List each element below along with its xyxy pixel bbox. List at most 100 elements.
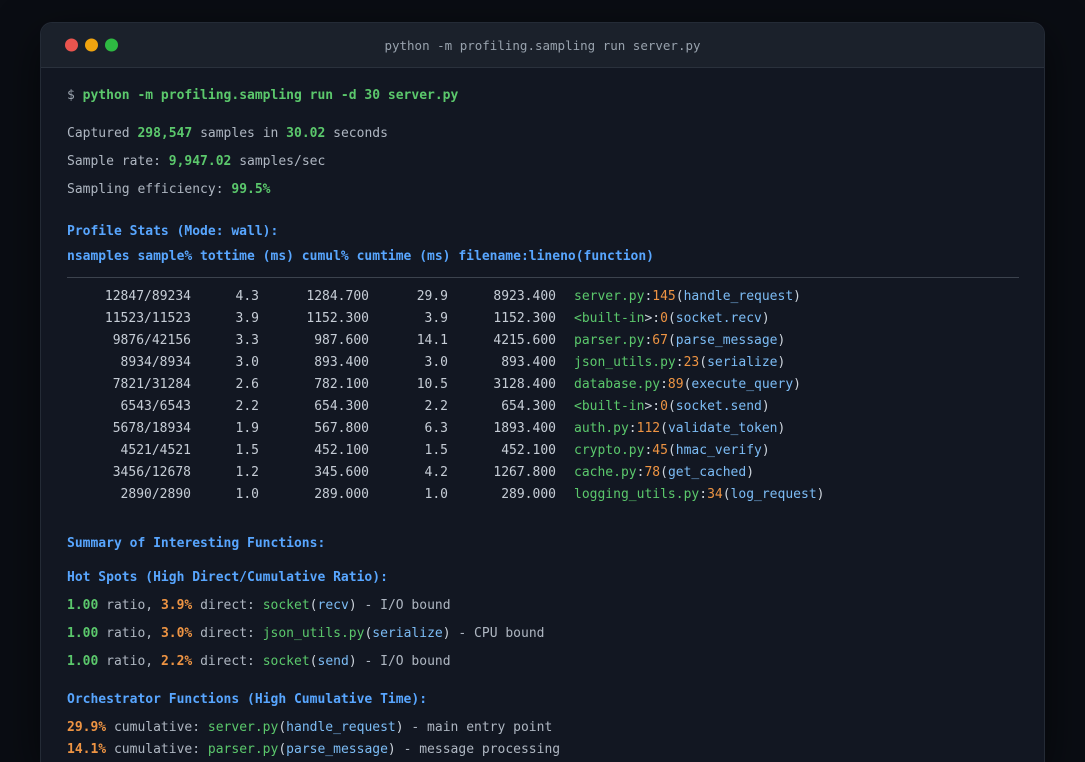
function-cell: parser.py:67(parse_message) bbox=[574, 330, 785, 352]
file-name: cache.py bbox=[574, 465, 637, 480]
file-name: logging_utils.py bbox=[574, 487, 700, 502]
maximize-button[interactable] bbox=[105, 38, 118, 52]
nsamples-cell: 7821/31284 bbox=[112, 377, 191, 392]
cumulative-pct-value: 29.9% bbox=[67, 720, 107, 735]
line-number: 89 bbox=[667, 377, 684, 392]
table-row: 11523/11523 3.9 1152.300 3.9 1152.300 <built-… bbox=[67, 308, 1044, 330]
nsamples-cell: 8934/8934 bbox=[120, 355, 191, 370]
function-cell: crypto.py:45(hmac_verify) bbox=[574, 440, 770, 462]
bound-annotation: - I/O bound bbox=[356, 598, 451, 613]
cumul-pct-cell: 3.9 bbox=[424, 311, 448, 326]
bound-annotation: - CPU bound bbox=[450, 626, 545, 641]
cumtime-cell: 452.100 bbox=[501, 443, 556, 458]
cumul-pct-cell: 10.5 bbox=[416, 377, 448, 392]
cumtime-cell: 289.000 bbox=[501, 487, 556, 502]
table-divider bbox=[67, 277, 1019, 278]
function-name: socket.send bbox=[675, 399, 762, 414]
table-row: 4521/4521 1.5 452.100 1.5 452.100 crypto.py:4… bbox=[67, 440, 1044, 462]
paren: ) bbox=[442, 626, 451, 641]
function-cell: auth.py:112(validate_token) bbox=[574, 418, 785, 440]
paren: ( bbox=[278, 720, 287, 735]
function-name: serialize bbox=[707, 355, 778, 370]
function-cell: <built-in>:0(socket.send) bbox=[574, 396, 770, 418]
nsamples-cell: 12847/89234 bbox=[104, 289, 191, 304]
paren: ( bbox=[699, 355, 708, 370]
function-name: handle_request bbox=[683, 289, 794, 304]
file-name: json_utils.py bbox=[574, 355, 676, 370]
minimize-button[interactable] bbox=[85, 38, 98, 52]
command-line: $ python -m profiling.sampling run -d 30… bbox=[67, 82, 1044, 110]
efficiency-prefix: Sampling efficiency: bbox=[67, 182, 232, 197]
cumulative-label: cumulative: bbox=[106, 720, 208, 735]
function-name: execute_query bbox=[691, 377, 794, 392]
cumul-pct-cell: 1.0 bbox=[424, 487, 448, 502]
table-row: 6543/6543 2.2 654.300 2.2 654.300 <built-in>:… bbox=[67, 396, 1044, 418]
cumtime-cell: 3128.400 bbox=[493, 377, 556, 392]
sample-pct-cell: 1.2 bbox=[235, 465, 259, 480]
paren: ) bbox=[816, 487, 825, 502]
module-name: json_utils.py bbox=[262, 626, 365, 641]
captured-duration-value: 30.02 bbox=[286, 126, 326, 141]
table-header: nsamples sample% tottime (ms) cumul% cum… bbox=[67, 249, 654, 264]
direct-pct-value: 2.2% bbox=[160, 654, 193, 669]
nsamples-cell: 2890/2890 bbox=[120, 487, 191, 502]
terminal-content: $ python -m profiling.sampling run -d 30… bbox=[41, 82, 1044, 762]
sample-pct-cell: 3.3 bbox=[235, 333, 259, 348]
tottime-cell: 452.100 bbox=[314, 443, 369, 458]
nsamples-cell: 11523/11523 bbox=[104, 311, 191, 326]
titlebar[interactable]: python -m profiling.sampling run server.… bbox=[41, 23, 1044, 68]
ratio-value: 1.00 bbox=[67, 598, 99, 613]
function-cell: cache.py:78(get_cached) bbox=[574, 462, 754, 484]
orchestrator-heading: Orchestrator Functions (High Cumulative … bbox=[67, 692, 428, 707]
cumtime-cell: 1893.400 bbox=[493, 421, 556, 436]
file-name: <built-in bbox=[574, 399, 645, 414]
file-name: auth.py bbox=[574, 421, 629, 436]
module-name: server.py bbox=[207, 720, 279, 735]
paren: ( bbox=[660, 421, 668, 436]
function-name: hmac_verify bbox=[675, 443, 762, 458]
paren: ( bbox=[667, 443, 676, 458]
separator: : bbox=[660, 377, 668, 392]
tottime-cell: 893.400 bbox=[314, 355, 369, 370]
orchestrator-list: 29.9% cumulative: server.py(handle_reque… bbox=[67, 714, 1044, 762]
tottime-cell: 345.600 bbox=[314, 465, 369, 480]
cumtime-cell: 1152.300 bbox=[493, 311, 556, 326]
hotspot-line: 1.00 ratio, 2.2% direct: socket(send) - … bbox=[67, 648, 1044, 676]
function-name: recv bbox=[317, 598, 349, 613]
paren: ) bbox=[761, 443, 770, 458]
traffic-lights bbox=[65, 38, 118, 52]
line-number: 23 bbox=[683, 355, 700, 370]
nsamples-cell: 3456/12678 bbox=[112, 465, 191, 480]
table-row: 9876/42156 3.3 987.600 14.1 4215.600 parser.p… bbox=[67, 330, 1044, 352]
hotspot-line: 1.00 ratio, 3.9% direct: socket(recv) - … bbox=[67, 592, 1044, 620]
nsamples-cell: 4521/4521 bbox=[120, 443, 191, 458]
tottime-cell: 782.100 bbox=[314, 377, 369, 392]
line-number: 0 bbox=[660, 311, 668, 326]
bound-annotation: - I/O bound bbox=[356, 654, 451, 669]
sample-pct-cell: 2.2 bbox=[235, 399, 259, 414]
cumtime-cell: 4215.600 bbox=[493, 333, 556, 348]
paren: ( bbox=[722, 487, 731, 502]
table-row: 8934/8934 3.0 893.400 3.0 893.400 json_utils.… bbox=[67, 352, 1044, 374]
paren: ) bbox=[746, 465, 755, 480]
tottime-cell: 289.000 bbox=[314, 487, 369, 502]
direct-label: direct: bbox=[192, 626, 263, 641]
cumul-pct-cell: 2.2 bbox=[424, 399, 448, 414]
profile-stats-heading: Profile Stats (Mode: wall): bbox=[67, 224, 279, 239]
sample-rate-suffix: samples/sec bbox=[231, 154, 326, 169]
efficiency-line: Sampling efficiency: 99.5% bbox=[67, 176, 1044, 204]
window-title: python -m profiling.sampling run server.… bbox=[384, 37, 701, 53]
cumul-pct-cell: 1.5 bbox=[424, 443, 448, 458]
nsamples-cell: 9876/42156 bbox=[112, 333, 191, 348]
close-button[interactable] bbox=[65, 38, 78, 52]
function-name: send bbox=[317, 654, 349, 669]
paren: ( bbox=[309, 598, 318, 613]
captured-mid: samples in bbox=[192, 126, 287, 141]
captured-prefix: Captured bbox=[67, 126, 138, 141]
paren: ) bbox=[777, 333, 786, 348]
file-name: database.py bbox=[574, 377, 661, 392]
cumtime-cell: 893.400 bbox=[501, 355, 556, 370]
cumul-pct-cell: 29.9 bbox=[416, 289, 448, 304]
ratio-label: ratio, bbox=[98, 626, 161, 641]
function-cell: <built-in>:0(socket.recv) bbox=[574, 308, 770, 330]
